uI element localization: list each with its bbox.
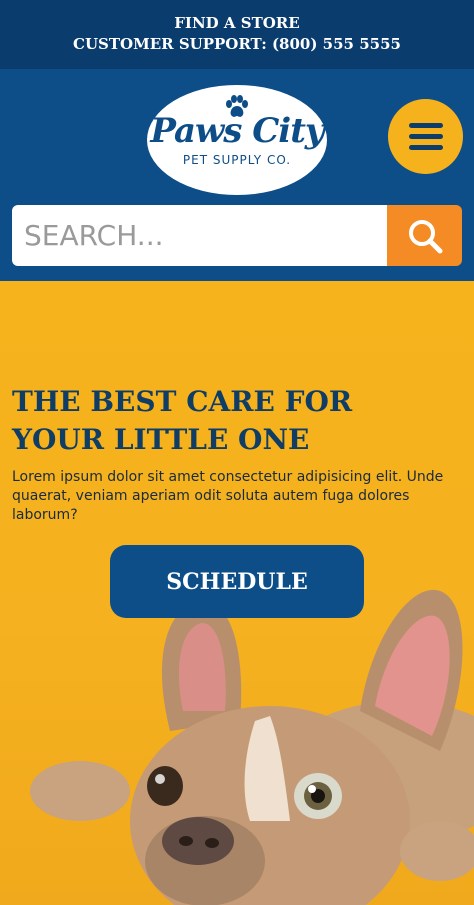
find-store-link[interactable]: FIND A STORE (0, 14, 474, 32)
hamburger-bar (409, 145, 443, 150)
schedule-button[interactable]: SCHEDULE (110, 545, 364, 618)
site-logo[interactable]: Paws City PET SUPPLY CO. (147, 85, 327, 195)
hamburger-menu-icon (409, 123, 443, 128)
top-info-bar: FIND A STORE CUSTOMER SUPPORT: (800) 555… (0, 0, 474, 69)
logo-name: Paws City (150, 111, 324, 151)
search-input[interactable] (12, 205, 387, 266)
hero-section: THE BEST CARE FOR YOUR LITTLE ONE Lorem … (0, 281, 474, 905)
customer-support-phone[interactable]: CUSTOMER SUPPORT: (800) 555 5555 (0, 35, 474, 53)
hamburger-bar (409, 134, 443, 139)
site-header: Paws City PET SUPPLY CO. (0, 69, 474, 281)
search-button[interactable] (387, 205, 462, 266)
search-icon (409, 220, 443, 254)
search-bar (12, 205, 462, 266)
menu-button[interactable] (388, 99, 463, 174)
logo-tagline: PET SUPPLY CO. (182, 153, 292, 167)
hero-title: THE BEST CARE FOR YOUR LITTLE ONE (12, 385, 353, 456)
hero-description: Lorem ipsum dolor sit amet consectetur a… (12, 469, 444, 523)
